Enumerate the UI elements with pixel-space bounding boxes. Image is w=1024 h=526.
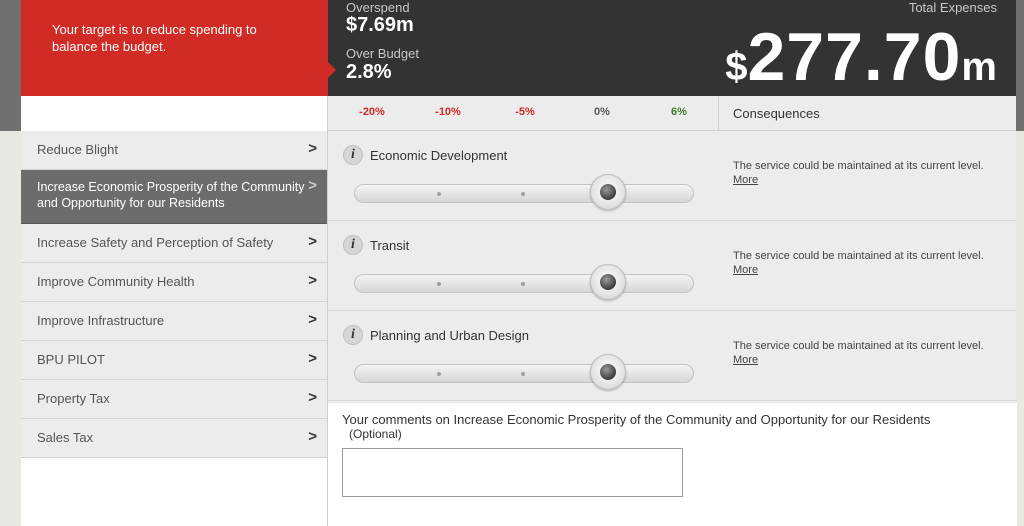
service-transit: i Transit The service could be maintaine… [328,221,1017,311]
chevron-right-icon: > [308,177,317,194]
total-expenses-value: $277.70m [725,20,997,94]
chevron-right-icon: > [308,233,317,250]
more-link[interactable]: More [733,264,758,276]
sidebar-item-safety[interactable]: Increase Safety and Perception of Safety… [21,224,327,263]
overspend-value: $7.69m [346,14,414,36]
service-slider-track[interactable] [354,184,694,203]
comments-optional-note: (Optional) [349,427,402,441]
service-slider-handle[interactable] [590,264,626,300]
scale-left-edge [0,96,21,131]
slider-tick [437,282,441,286]
consequence-text: The service could be maintained at its c… [733,340,984,352]
sidebar-item-bpu-pilot[interactable]: BPU PILOT > [21,341,327,380]
sidebar-item-infrastructure[interactable]: Improve Infrastructure > [21,302,327,341]
comments-section: Your comments on Increase Economic Prosp… [328,403,1017,526]
sidebar-item-property-tax[interactable]: Property Tax > [21,380,327,419]
percent-scale: -20% -10% -5% 0% 6% [327,96,718,131]
chevron-right-icon: > [308,311,317,328]
sidebar-item-label: Increase Economic Prosperity of the Comm… [37,180,305,210]
slider-tick [437,192,441,196]
chevron-right-icon: > [308,140,317,157]
sidebar-item-label: Reduce Blight [37,142,118,157]
consequence-text: The service could be maintained at its c… [733,250,984,262]
header-left-edge [0,0,21,96]
comments-textarea[interactable] [342,448,683,497]
chevron-right-icon: > [308,389,317,406]
scale-tick-minus-5: -5% [515,106,535,118]
service-economic-development: i Economic Development The service could… [328,131,1017,221]
slider-tick [521,192,525,196]
scale-tick-minus-10: -10% [435,106,461,118]
target-message: Your target is to reduce spending to bal… [52,22,257,54]
sidebar-item-label: Increase Safety and Perception of Safety [37,235,274,250]
sidebar-item-label: Improve Infrastructure [37,313,165,328]
more-link[interactable]: More [733,354,758,366]
info-icon[interactable]: i [343,145,363,165]
slider-tick [521,372,525,376]
scale-row: -20% -10% -5% 0% 6% Consequences [0,96,1024,131]
slider-knob [600,184,616,200]
service-name: Planning and Urban Design [370,328,529,343]
sidebar-item-economic-prosperity[interactable]: Increase Economic Prosperity of the Comm… [21,170,327,224]
sidebar-item-label: BPU PILOT [37,352,105,367]
sidebar-item-label: Sales Tax [37,430,94,445]
info-icon[interactable]: i [343,325,363,345]
scale-tick-minus-20: -20% [359,106,385,118]
over-budget-label: Over Budget [346,46,419,61]
total-amount: 277.70 [747,19,962,95]
chevron-right-icon: > [308,350,317,367]
slider-knob [600,274,616,290]
info-icon[interactable]: i [343,235,363,255]
scale-tick-plus-6: 6% [671,106,687,118]
scale-tick-zero: 0% [594,106,610,118]
total-unit: m [961,45,997,89]
more-link[interactable]: More [733,174,758,186]
chevron-right-icon: > [308,428,317,445]
service-name: Economic Development [370,148,508,163]
header-bar: Your target is to reduce spending to bal… [0,0,1024,96]
comments-label: Your comments on Increase Economic Prosp… [342,412,931,427]
scale-right-edge [1016,96,1024,131]
target-message-panel: Your target is to reduce spending to bal… [21,0,328,96]
slider-knob [600,364,616,380]
overspend-label: Overspend [346,0,410,15]
consequence-text: The service could be maintained at its c… [733,160,984,172]
over-budget-value: 2.8% [346,61,392,83]
service-slider-track[interactable] [354,364,694,383]
slider-tick [437,372,441,376]
sidebar-item-label: Improve Community Health [37,274,195,289]
chevron-right-icon: > [308,272,317,289]
header-right-edge [1016,0,1024,96]
slider-tick [521,282,525,286]
sidebar-item-community-health[interactable]: Improve Community Health > [21,263,327,302]
service-slider-handle[interactable] [590,354,626,390]
consequences-header: Consequences [718,96,1016,131]
category-sidebar: Reduce Blight > Increase Economic Prospe… [21,131,327,526]
service-planning-urban-design: i Planning and Urban Design The service … [328,311,1017,401]
sidebar-item-sales-tax[interactable]: Sales Tax > [21,419,327,458]
target-pointer [327,61,336,79]
service-name: Transit [370,238,410,253]
service-slider-track[interactable] [354,274,694,293]
service-panel: i Economic Development The service could… [327,131,1017,526]
total-expenses-label: Total Expenses [908,0,997,15]
service-slider-handle[interactable] [590,174,626,210]
sidebar-item-reduce-blight[interactable]: Reduce Blight > [21,131,327,170]
sidebar-item-label: Property Tax [37,391,110,406]
total-currency-symbol: $ [725,45,748,89]
